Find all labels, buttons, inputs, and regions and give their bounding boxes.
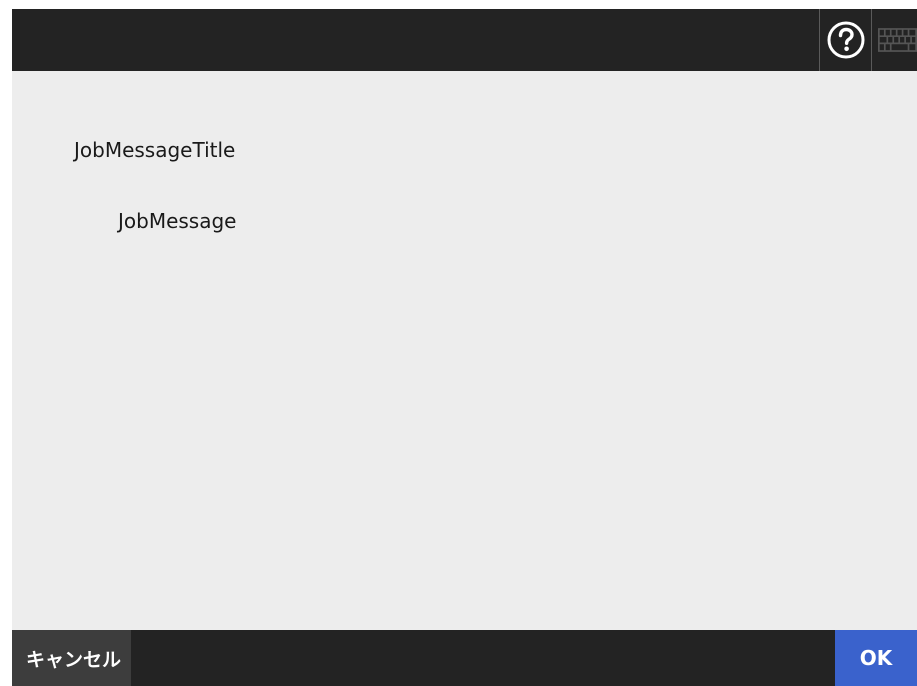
- job-message-text: JobMessage: [118, 209, 237, 233]
- job-message-title: JobMessageTitle: [74, 138, 236, 162]
- top-bar: [12, 9, 917, 71]
- cancel-button[interactable]: キャンセル: [12, 630, 131, 686]
- ok-button[interactable]: OK: [835, 630, 917, 686]
- job-message-screen: JobMessageTitle JobMessage キャンセル OK: [12, 9, 917, 686]
- help-button[interactable]: [819, 9, 871, 71]
- bottom-bar: キャンセル OK: [12, 630, 917, 686]
- message-area: JobMessageTitle JobMessage: [12, 71, 917, 630]
- keyboard-icon: [878, 28, 917, 52]
- help-icon: [827, 21, 864, 59]
- keyboard-button[interactable]: [871, 9, 917, 71]
